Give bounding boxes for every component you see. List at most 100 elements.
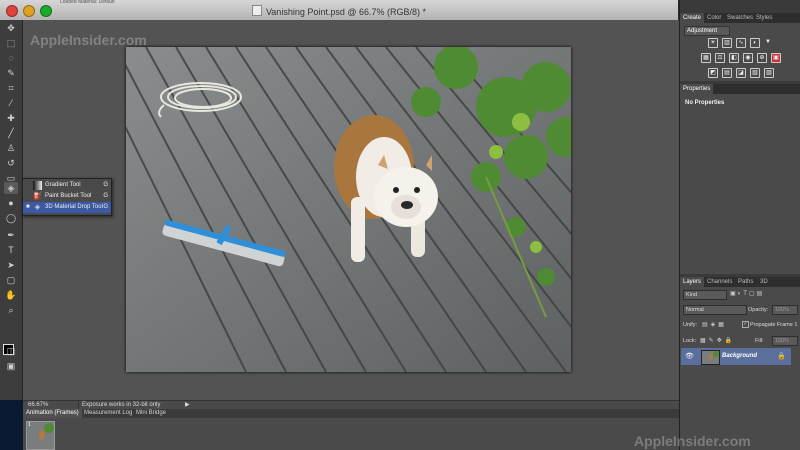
tool-flyout-menu: Gradient Tool G ⛽ Paint Bucket Tool G ■ …	[22, 178, 112, 216]
opacity-label: Opacity:	[748, 307, 769, 313]
tab-create[interactable]: Create	[680, 13, 705, 23]
layer-row-background[interactable]: 👁 Background 🔒	[681, 348, 791, 365]
crop-icon[interactable]: ⌗	[4, 82, 18, 94]
exposure-icon[interactable]: ◐	[750, 38, 760, 48]
lasso-icon[interactable]: ◌	[4, 52, 18, 64]
tab-channels[interactable]: Channels	[704, 277, 735, 287]
propagate-checkbox[interactable]: ✓	[742, 321, 749, 328]
layers-panel: Kind ▣◐T▢▤ Normal Opacity: 100% Unify: ▤…	[680, 287, 800, 450]
photo-deck-dog	[126, 47, 571, 372]
move-icon[interactable]: ✥	[4, 22, 18, 34]
tab-paths[interactable]: Paths	[735, 277, 756, 287]
layer-kind-filter[interactable]: Kind	[683, 290, 727, 300]
photo-filter-icon[interactable]: ◉	[743, 53, 753, 63]
material-drop-icon[interactable]: ◈	[4, 182, 18, 194]
stamp-icon[interactable]: ♙	[4, 142, 18, 154]
frame-number: 1	[28, 422, 31, 428]
color-lookup-icon[interactable]: ▣	[771, 53, 781, 63]
brush-icon[interactable]: ╱	[4, 127, 18, 139]
vibrance-icon[interactable]: ▼	[764, 38, 772, 46]
curves-icon[interactable]: ∿	[736, 38, 746, 48]
animation-frame[interactable]: 1	[26, 421, 55, 450]
healing-icon[interactable]: ✚	[4, 112, 18, 124]
opacity-field[interactable]: 100%	[772, 305, 798, 315]
loaded-material-text: Loaded Material: Default	[60, 0, 115, 4]
selective-color-icon[interactable]: ▨	[764, 68, 774, 78]
hue-saturation-icon[interactable]: ▦	[701, 53, 711, 63]
unify-icons[interactable]: ▤◈▦	[702, 321, 727, 328]
paint-bucket-icon: ⛽	[33, 193, 42, 200]
document-canvas[interactable]	[126, 47, 571, 372]
3d-material-drop-tool-item[interactable]: ■ ◈ 3D Material Drop Tool G	[23, 202, 111, 213]
animation-frames-panel: 1	[23, 418, 679, 450]
tab-3d[interactable]: 3D	[757, 277, 771, 287]
propagate-label: Propagate Frame 1	[750, 322, 798, 328]
fill-field[interactable]: 100%	[772, 336, 798, 346]
quick-mask-icon[interactable]: ◫	[4, 345, 18, 357]
fill-label: Fill:	[755, 338, 764, 344]
type-icon[interactable]: T	[4, 244, 18, 256]
document-title: Vanishing Point.psd @ 66.7% (RGB/8) *	[0, 5, 678, 17]
properties-panel: No Properties	[680, 94, 800, 274]
threshold-icon[interactable]: ◪	[736, 68, 746, 78]
channel-mixer-icon[interactable]: ⊕	[757, 53, 767, 63]
adjustments-tab-bar: Create Color Swatches Styles	[680, 13, 800, 23]
layer-thumbnail	[701, 350, 720, 365]
eyedropper-icon[interactable]: ⁄	[4, 97, 18, 109]
lock-icons[interactable]: ▦✎✥🔒	[700, 337, 735, 344]
path-select-icon[interactable]: ➤	[4, 259, 18, 271]
tab-animation-frames[interactable]: Animation (Frames)	[23, 409, 82, 418]
tab-measurement-log[interactable]: Measurement Log	[81, 409, 135, 418]
screen-mode-icon[interactable]: ▣	[4, 360, 18, 372]
3d-material-drop-tool-label: 3D Material Drop Tool	[45, 204, 103, 210]
layer-thumbnail-image	[702, 351, 719, 364]
color-balance-icon[interactable]: ⚖	[715, 53, 725, 63]
marquee-icon[interactable]: ⬚	[4, 37, 18, 49]
adjustment-select[interactable]: Adjustment	[684, 26, 730, 36]
invert-icon[interactable]: ◩	[708, 68, 718, 78]
zoom-icon[interactable]: ⌕	[4, 304, 18, 316]
right-panel-dock: Create Color Swatches Styles Adjustment …	[679, 0, 800, 450]
gradient-tool-shortcut: G	[103, 182, 108, 188]
levels-icon[interactable]: ▥	[722, 38, 732, 48]
3d-material-drop-tool-shortcut: G	[103, 204, 108, 210]
black-white-icon[interactable]: ◧	[729, 53, 739, 63]
unify-label: Unify:	[683, 322, 698, 328]
layer-name: Background	[722, 353, 758, 359]
history-brush-icon[interactable]: ↺	[4, 157, 18, 169]
quick-select-icon[interactable]: ✎	[4, 67, 18, 79]
watermark-top: AppleInsider.com	[30, 32, 147, 48]
material-drop-icon: ◈	[34, 204, 41, 211]
blend-mode-select[interactable]: Normal	[683, 305, 747, 315]
watermark-bottom: AppleInsider.com	[634, 433, 751, 449]
tab-swatches[interactable]: Swatches	[724, 13, 756, 23]
document-icon	[251, 5, 262, 16]
paint-bucket-tool-item[interactable]: ⛽ Paint Bucket Tool G	[23, 191, 111, 202]
tab-color[interactable]: Color	[704, 13, 724, 23]
layers-tab-bar: Layers Channels Paths 3D	[680, 277, 800, 287]
frame-thumbnail	[27, 422, 54, 449]
properties-tab-bar: Properties	[680, 84, 800, 94]
pen-icon[interactable]: ✒	[4, 229, 18, 241]
layer-lock-icon: 🔒	[777, 353, 786, 360]
selected-bullet-icon: ■	[26, 204, 30, 210]
posterize-icon[interactable]: ▤	[722, 68, 732, 78]
tab-styles[interactable]: Styles	[753, 13, 775, 23]
hand-icon[interactable]: ✋	[4, 289, 18, 301]
visibility-eye-icon[interactable]: 👁	[685, 352, 694, 360]
layer-filter-icons[interactable]: ▣◐T▢▤	[730, 290, 764, 297]
tab-layers[interactable]: Layers	[680, 277, 705, 287]
tab-properties[interactable]: Properties	[680, 84, 714, 94]
tools-panel: ✥ ⬚ ◌ ✎ ⌗ ⁄ ✚ ╱ ♙ ↺ ▭ ◈ ● ◯ ✒ T ➤ ▢ ✋ ⌕ …	[0, 20, 23, 408]
gradient-tool-item[interactable]: Gradient Tool G	[23, 180, 111, 191]
gradient-icon	[33, 181, 42, 190]
shape-icon[interactable]: ▢	[4, 274, 18, 286]
gradient-map-icon[interactable]: ▧	[750, 68, 760, 78]
gradient-tool-label: Gradient Tool	[45, 182, 81, 188]
paint-bucket-tool-label: Paint Bucket Tool	[45, 193, 92, 199]
blur-icon[interactable]: ●	[4, 197, 18, 209]
brightness-icon[interactable]: ☀	[708, 38, 718, 48]
tab-mini-bridge[interactable]: Mini Bridge	[133, 409, 169, 418]
adjustments-panel: Adjustment ☀ ▥ ∿ ◐ ▼ ▦ ⚖ ◧ ◉ ⊕ ▣ ◩ ▤ ◪ ▧…	[680, 23, 800, 81]
dodge-icon[interactable]: ◯	[4, 212, 18, 224]
